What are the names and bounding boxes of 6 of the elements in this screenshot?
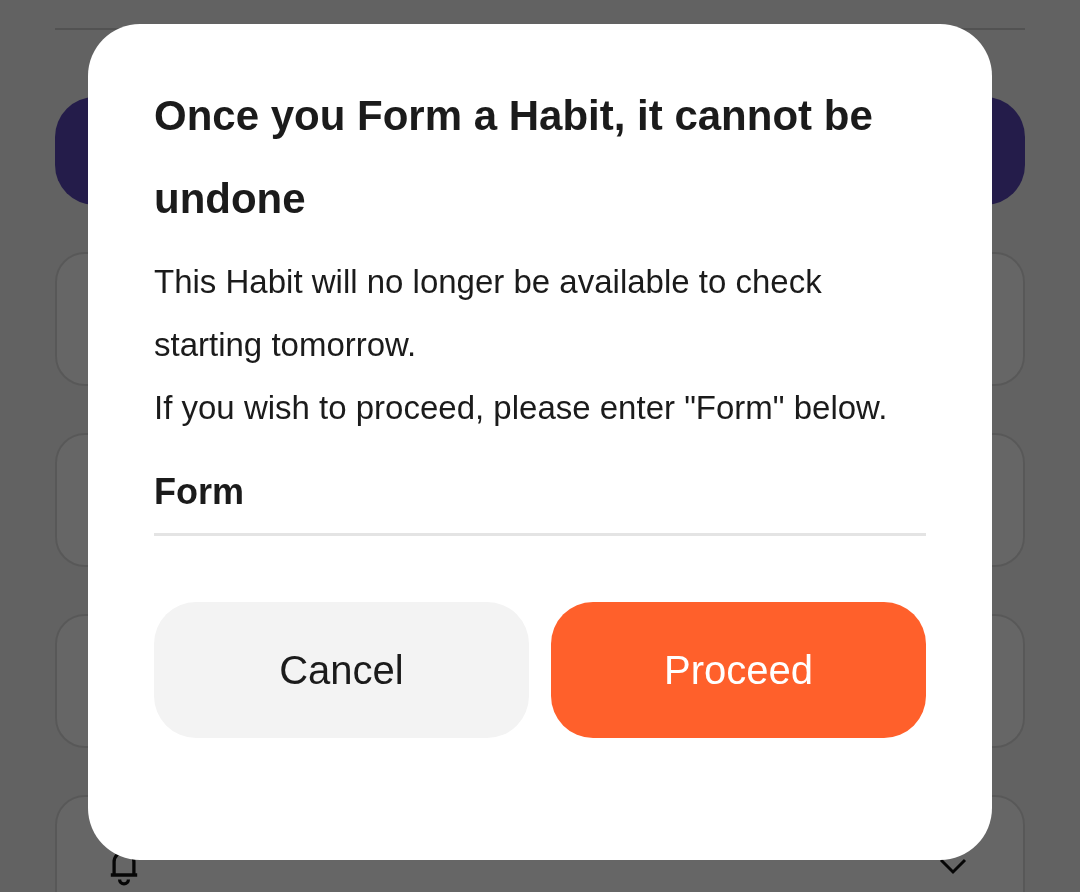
chevron-down-icon (938, 857, 968, 877)
input-field[interactable]: Form (154, 471, 926, 536)
dialog-message: This Habit will no longer be available to check starting tomorrow. (154, 262, 823, 365)
cancel-button[interactable]: Cancel (154, 602, 529, 738)
dialog-message: If you wish to proceed, please enter "Form" below. (154, 388, 889, 428)
dialog-title: Once you Form a Habit, it cannot be undone (154, 91, 874, 224)
